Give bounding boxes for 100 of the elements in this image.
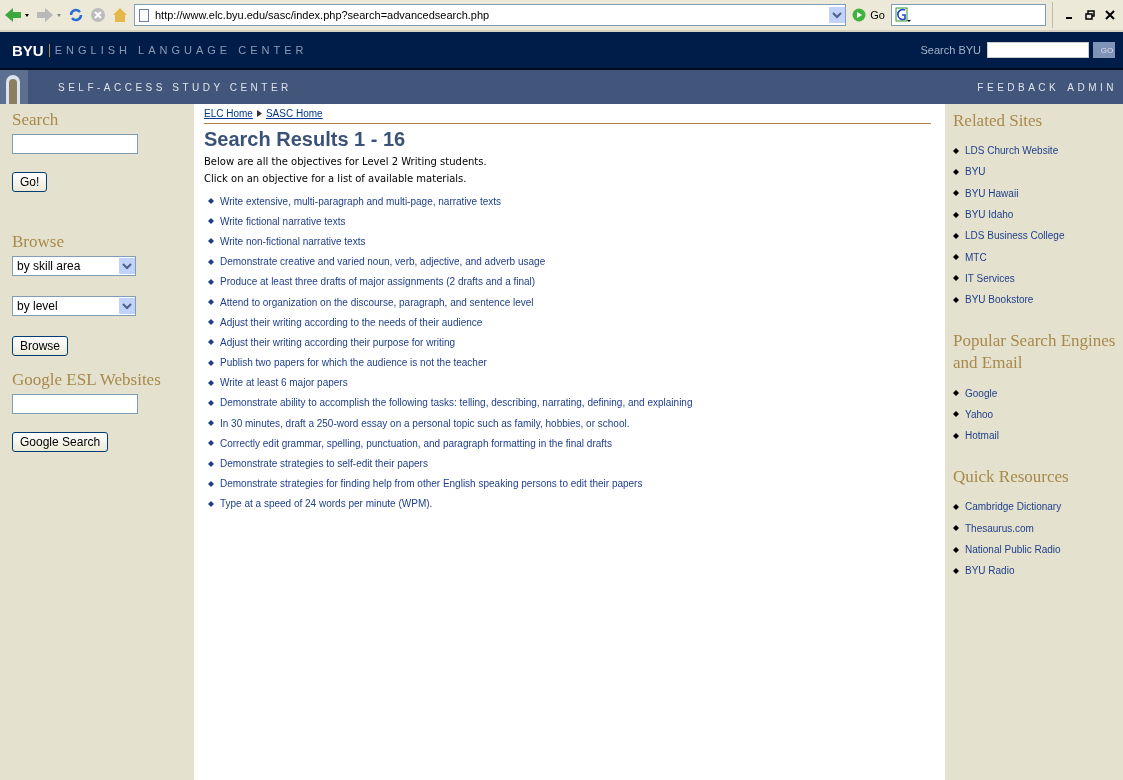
site-title: ENGLISH LANGUAGE CENTER — [54, 44, 309, 56]
objective-link[interactable]: Adjust their writing according to the needs of their audience — [220, 316, 483, 328]
url-text: http://www.elc.byu.edu/sasc/index.php?search=advancedsearch.php — [155, 9, 491, 21]
sidebar-heading: Related Sites — [953, 110, 1044, 132]
back-icon[interactable] — [4, 7, 30, 23]
intro-text: Below are all the objectives for Level 2 Writing students. — [204, 155, 488, 169]
bullet-icon — [953, 411, 959, 418]
breadcrumb-arrow-icon — [256, 110, 262, 117]
bullet-icon — [953, 390, 959, 396]
bullet-icon — [208, 399, 214, 406]
bullet-icon — [208, 278, 214, 285]
objective-link[interactable]: Demonstrate creative and varied noun, verb, adjective, and adverb usage — [220, 256, 546, 268]
sidebar-link[interactable]: Hotmail — [965, 430, 999, 442]
bullet-icon — [208, 218, 214, 225]
bullet-icon — [953, 503, 959, 510]
objective-link[interactable]: Correctly edit grammar, spelling, punctuation, and paragraph formatting in the final drafts — [220, 437, 612, 449]
sidebar-link[interactable]: BYU — [965, 166, 986, 178]
bullet-icon — [208, 258, 214, 265]
objective-link[interactable]: Produce at least three drafts of major assignments (2 drafts and a final) — [220, 276, 536, 288]
bullet-icon — [953, 232, 959, 239]
objective-link[interactable]: Write fictional narrative texts — [220, 215, 346, 227]
sidebar-link[interactable]: BYU Idaho — [965, 209, 1014, 221]
bullet-icon — [208, 420, 214, 427]
bullet-icon — [953, 211, 959, 218]
stop-icon[interactable] — [90, 7, 106, 23]
objective-link[interactable]: Type at a speed of 24 words per minute (WPM). — [220, 498, 433, 510]
bullet-icon — [208, 198, 214, 205]
google-search-button[interactable]: Google Search — [12, 432, 109, 452]
sidebar-heading: Popular Search Engines and Email — [953, 330, 1117, 375]
close-icon[interactable] — [1105, 10, 1115, 20]
intro-text: Click on an objective for a list of available materials. — [204, 172, 468, 186]
objective-link[interactable]: Write extensive, multi-paragraph and multi-page, narrative texts — [220, 195, 502, 207]
section-title: SELF-ACCESS STUDY CENTER — [58, 81, 293, 93]
search-label: Search BYU — [920, 44, 981, 56]
bullet-icon — [208, 359, 214, 366]
sidebar-heading: Browse — [12, 232, 64, 252]
bullet-icon — [953, 254, 959, 261]
bullet-icon — [208, 319, 214, 326]
home-icon[interactable] — [112, 7, 128, 23]
objective-link[interactable]: Write non-fictional narrative texts — [220, 235, 366, 247]
bullet-icon — [208, 238, 214, 245]
restore-icon[interactable] — [1085, 10, 1095, 20]
objective-link[interactable]: Demonstrate ability to accomplish the following tasks: telling, describing, narrating, defining, and explaining — [220, 397, 693, 409]
bullet-icon — [953, 525, 959, 532]
bullet-icon — [208, 440, 214, 447]
sidebar-link[interactable]: Yahoo — [965, 408, 994, 420]
results-title: Search Results 1 - 16 — [204, 128, 407, 151]
go-button[interactable]: Go! — [12, 172, 48, 192]
bullet-icon — [953, 168, 959, 175]
sidebar-link[interactable]: National Public Radio — [965, 544, 1061, 555]
sidebar-link[interactable]: BYU Hawaii — [965, 187, 1019, 199]
go-button[interactable]: Go — [852, 8, 885, 22]
objective-link[interactable]: Adjust their writing according their purpose for writing — [220, 336, 456, 348]
dropdown-select[interactable]: by level — [12, 296, 136, 316]
sidebar-link[interactable]: BYU Bookstore — [965, 294, 1034, 306]
arch-window-icon — [0, 70, 28, 104]
address-bar[interactable]: http://www.elc.byu.edu/sasc/index.php?search=advancedsearch.php — [134, 4, 847, 26]
browse-button[interactable]: Browse — [12, 336, 68, 356]
dropdown-select[interactable]: by skill area — [12, 256, 136, 276]
bullet-icon — [953, 275, 959, 282]
sidebar-link[interactable]: IT Services — [965, 272, 1015, 284]
refresh-icon[interactable] — [68, 7, 84, 23]
sidebar-link[interactable]: Thesaurus.com — [965, 522, 1034, 534]
objective-link[interactable]: Publish two papers for which the audience is not the teacher — [220, 357, 487, 369]
nav-link[interactable]: FEEDBACK — [977, 81, 1060, 93]
sidebar-link[interactable]: Google — [965, 387, 998, 399]
bullet-icon — [208, 299, 214, 306]
bullet-icon — [953, 190, 959, 197]
google-g-icon — [895, 7, 911, 23]
objective-link[interactable]: Write at least 6 major papers — [220, 377, 348, 389]
search-field[interactable] — [987, 42, 1089, 58]
bullet-icon — [953, 546, 959, 553]
sidebar-link[interactable]: MTC — [965, 251, 987, 263]
bullet-icon — [208, 480, 214, 487]
bullet-icon — [953, 567, 959, 574]
objective-link[interactable]: Demonstrate strategies to self-edit their papers — [220, 458, 428, 470]
bullet-icon — [208, 500, 214, 507]
nav-link[interactable]: ADMIN — [1067, 81, 1117, 93]
sidebar-link[interactable]: LDS Business College — [965, 230, 1065, 242]
bullet-icon — [953, 432, 959, 439]
sidebar-heading: Quick Resources — [953, 466, 1070, 489]
bullet-icon — [953, 296, 959, 303]
toolbar-search-field[interactable] — [891, 4, 1046, 26]
search-field[interactable] — [12, 134, 138, 154]
sidebar-link[interactable]: Cambridge Dictionary — [965, 501, 1062, 513]
objective-link[interactable]: In 30 minutes, draft a 250-word essay on a personal topic such as family, hobbies, or school. — [220, 417, 630, 429]
sidebar-link[interactable]: LDS Church Website — [965, 145, 1059, 157]
breadcrumb-link[interactable]: SASC Home — [265, 108, 323, 119]
sidebar-heading: Search — [12, 110, 59, 130]
google-search-field[interactable] — [12, 394, 138, 414]
breadcrumb-link[interactable]: ELC Home — [204, 108, 253, 119]
bullet-icon — [208, 339, 214, 346]
bullet-icon — [208, 460, 214, 467]
brand-logo[interactable]: BYU — [12, 41, 44, 59]
forward-icon[interactable] — [36, 7, 62, 23]
objective-link[interactable]: Attend to organization on the discourse, paragraph, and sentence level — [220, 296, 534, 308]
bullet-icon — [208, 379, 214, 386]
objective-link[interactable]: Demonstrate strategies for finding help from other English speaking persons to edit their papers — [220, 478, 643, 490]
bullet-icon — [953, 147, 959, 154]
sidebar-link[interactable]: BYU Radio — [965, 565, 1015, 577]
